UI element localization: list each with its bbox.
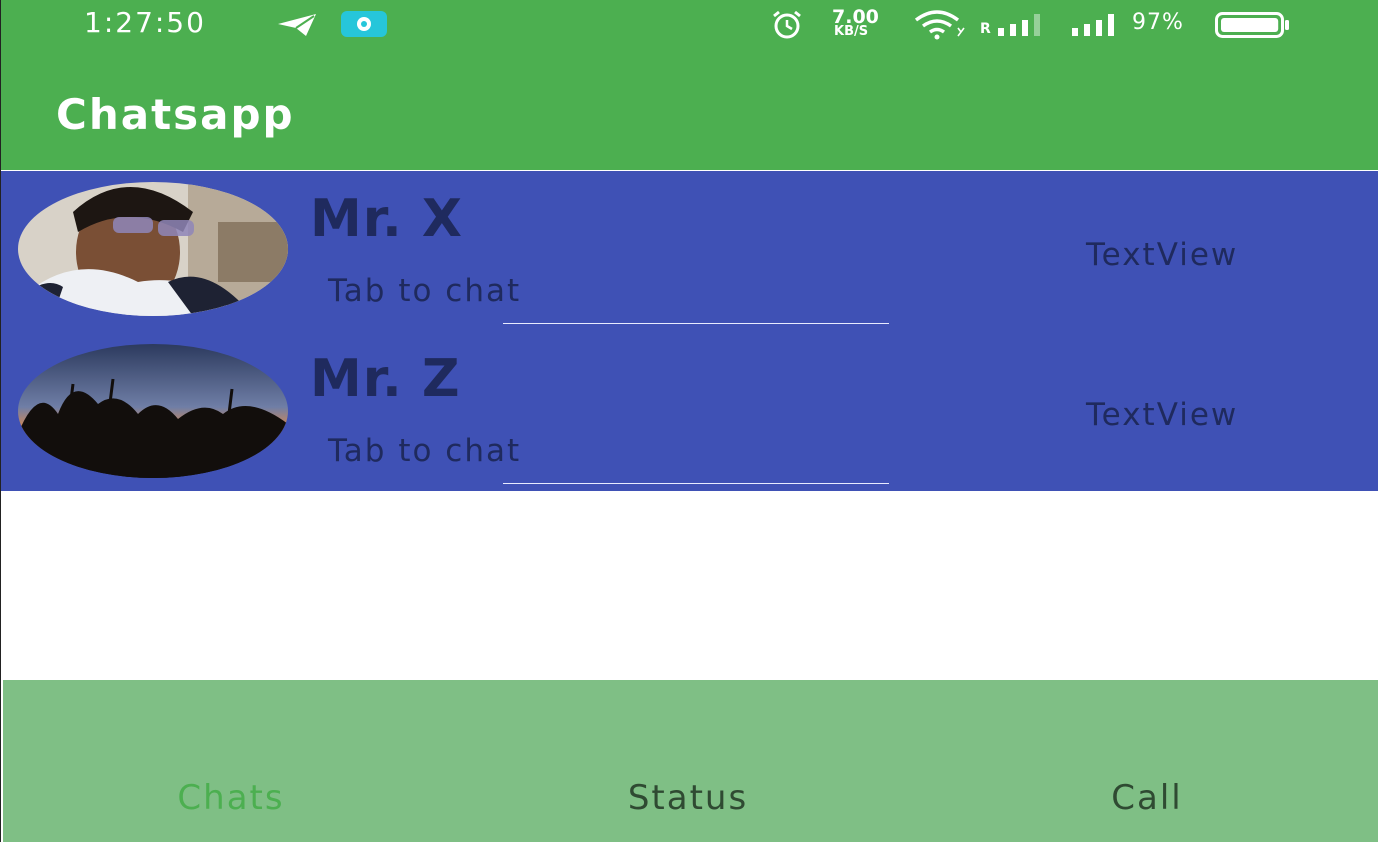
network-speed-unit: KB/S [834, 24, 869, 39]
chat-time-label: TextView [1086, 397, 1239, 433]
bottom-nav: Chats Status Call [3, 680, 1378, 842]
tab-call[interactable]: Call [1111, 778, 1182, 818]
chat-subtitle: Tab to chat [328, 433, 522, 469]
avatar[interactable] [18, 344, 288, 478]
wifi-icon [912, 10, 966, 44]
divider [503, 323, 889, 324]
tab-chats[interactable]: Chats [177, 778, 284, 818]
chat-list: Mr. X Tab to chat TextView Mr. Z Tab to … [0, 171, 1378, 491]
telegram-icon [276, 12, 320, 42]
chat-name: Mr. X [310, 189, 463, 249]
battery-icon [1215, 12, 1291, 42]
chat-time-label: TextView [1086, 237, 1239, 273]
notification-app-icon [341, 11, 387, 41]
chat-name: Mr. Z [310, 349, 461, 409]
chat-item-mr-z[interactable]: Mr. Z Tab to chat TextView [0, 331, 1378, 491]
status-time: 1:27:50 [84, 6, 206, 39]
battery-percent: 97% [1132, 10, 1184, 35]
signal-icon [1072, 12, 1124, 40]
chat-subtitle: Tab to chat [328, 273, 522, 309]
app-screen: 1:27:50 7.00 KB/S R 97% Chatsapp Mr. X T… [0, 0, 1378, 842]
app-title: Chatsapp [56, 90, 295, 139]
app-bar: Chatsapp [0, 50, 1378, 170]
avatar[interactable] [18, 182, 288, 316]
status-bar: 1:27:50 7.00 KB/S R 97% [0, 0, 1378, 50]
window-edge [0, 0, 1, 842]
alarm-icon [768, 10, 806, 44]
tab-status[interactable]: Status [628, 778, 748, 818]
signal-icon [998, 12, 1050, 40]
divider [503, 483, 889, 484]
chat-item-mr-x[interactable]: Mr. X Tab to chat TextView [0, 171, 1378, 331]
roaming-label: R [980, 21, 991, 37]
